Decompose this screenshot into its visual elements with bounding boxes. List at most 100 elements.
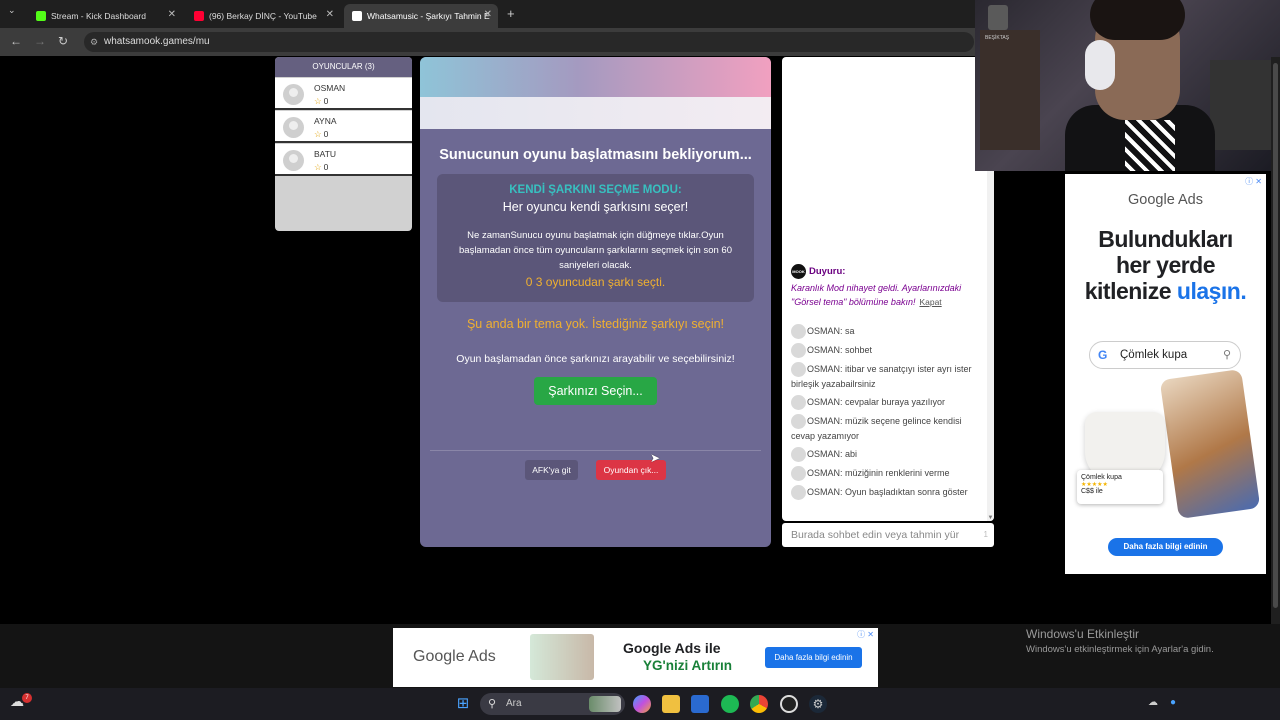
player-row[interactable]: AYNA ☆ 0 [275, 111, 412, 143]
chat-message-text: OSMAN: müziğinin renklerini verme [807, 468, 950, 478]
whatsamusic-icon [352, 11, 362, 21]
pottery-photo [1159, 368, 1261, 520]
announcement: MOOK Duyuru: Karanlık Mod nihayet geldi.… [791, 264, 981, 309]
obs-icon[interactable] [780, 695, 798, 713]
announcement-body: Karanlık Mod nihayet geldi. Ayarlarınızd… [791, 281, 981, 309]
player-name: AYNA [314, 116, 337, 126]
avatar-icon [283, 150, 304, 171]
star-icon: ☆ [314, 129, 322, 139]
scrollbar-thumb[interactable] [1273, 63, 1278, 608]
chat-message: OSMAN: sa [791, 324, 981, 340]
weather-widget[interactable]: ☁ 7 [10, 693, 32, 715]
back-arrow-icon[interactable]: ← [10, 34, 22, 48]
search-icon: ⚲ [488, 698, 497, 710]
avatar-icon [791, 466, 806, 482]
tab-whatsamusic[interactable]: Whatsamusic - Şarkıyı Tahmin E ✕ [344, 4, 498, 28]
chrome-icon[interactable] [750, 695, 768, 713]
ad-thumbnail [530, 634, 594, 680]
tab-search-chevron-icon[interactable]: ⌄ [8, 5, 16, 16]
waiting-title: Sunucunun oyunu başlatmasını bekliyorum.… [439, 147, 752, 163]
ad-info-icon[interactable]: ⓘ ✕ [857, 629, 874, 640]
chat-message-text: OSMAN: itibar ve sanatçıyı ister ayrı is… [791, 364, 972, 390]
afk-button[interactable]: AFK'ya git [525, 460, 578, 480]
player-score: ☆ 0 [314, 129, 328, 140]
pick-song-button[interactable]: Şarkınızı Seçin... [534, 377, 657, 405]
announcement-close-link[interactable]: Kapat [919, 297, 941, 307]
tab-youtube[interactable]: (96) Berkay DİNÇ - YouTube ✕ [186, 4, 340, 28]
windows-start-icon[interactable]: ⊞ [454, 695, 472, 713]
network-icon[interactable]: ☁ [1148, 697, 1158, 708]
ad-headline-line: her yerde [1115, 252, 1216, 278]
close-icon[interactable]: ✕ [484, 9, 492, 20]
tab-label: Whatsamusic - Şarkıyı Tahmin E [367, 11, 490, 21]
site-settings-icon[interactable]: ⚙ [90, 32, 98, 52]
ad-headline-line: kitlenize ulaşın. [1065, 278, 1266, 304]
streamer-hair [1090, 0, 1185, 40]
mode-subtitle: Her oyuncu kendi şarkısını seçer! [502, 200, 689, 214]
steam-icon[interactable]: ⚙ [809, 695, 827, 713]
file-explorer-icon[interactable] [662, 695, 680, 713]
kick-icon [36, 11, 46, 21]
microphone-icon[interactable]: ● [1170, 697, 1176, 708]
player-name: BATU [314, 149, 337, 159]
player-row[interactable]: BATU ☆ 0 [275, 144, 412, 176]
announcement-title: Duyuru: [809, 266, 846, 277]
new-tab-plus-icon[interactable]: + [507, 6, 515, 21]
avatar-icon [791, 324, 806, 340]
headset [1085, 40, 1115, 90]
ad-learn-more-button[interactable]: Daha fazla bilgi edinin [1108, 538, 1223, 556]
activation-title: Windows'u Etkinleştir [1026, 627, 1139, 641]
scroll-down-arrow-icon[interactable]: ▼ [987, 515, 994, 521]
avatar-icon [283, 84, 304, 105]
no-theme-message: Şu anda bir tema yok. İstediğiniz şarkıy… [466, 317, 725, 331]
shelf-label: BEŞİKTAŞ [985, 35, 1010, 41]
microsoft-store-icon[interactable] [691, 695, 709, 713]
page-scrollbar[interactable] [1271, 57, 1280, 687]
rating-stars-icon: ★★★★★ [1081, 482, 1108, 488]
ad-title-accent: YG'nizi Artırın [643, 658, 732, 673]
game-panel: Sunucunun oyunu başlatmasını bekliyorum.… [420, 57, 771, 547]
tab-kick-dashboard[interactable]: Stream - Kick Dashboard ✕ [28, 4, 182, 28]
google-ads-bottom-banner[interactable]: ⓘ ✕ Google Ads Google Ads ile YG'nizi Ar… [393, 628, 878, 687]
chat-message-text: OSMAN: abi [807, 449, 858, 459]
spotify-icon[interactable] [721, 695, 739, 713]
players-header: OYUNCULAR (3) [275, 57, 412, 77]
avatar-icon [791, 447, 806, 463]
product-card: Çömlek kupa ★★★★★ C$$ ile [1077, 470, 1163, 504]
chat-message-text: OSMAN: Oyun başladıktan sonra göster [807, 487, 968, 497]
youtube-icon [194, 11, 204, 21]
score-value: 0 [323, 162, 329, 172]
copilot-icon[interactable] [633, 695, 651, 713]
product-title: Çömlek kupa [1081, 474, 1122, 481]
google-ads-logo: Google Ads [1128, 192, 1203, 208]
url-field[interactable]: ⚙ whatsamook.games/mu [84, 32, 974, 52]
close-icon[interactable]: ✕ [326, 9, 334, 20]
chat-input[interactable]: Burada sohbet edin veya tahmin yür 1 [782, 523, 994, 547]
ad-search-box: G Çömlek kupa ⚲ [1089, 341, 1241, 369]
score-value: 0 [323, 129, 329, 139]
google-ads-side-banner[interactable]: ⓘ ✕ Google Ads Bulundukları her yerde ki… [1065, 174, 1266, 574]
ad-headline-accent: ulaşın. [1176, 278, 1247, 304]
avatar-icon [283, 117, 304, 138]
announcement-header: MOOK Duyuru: [791, 264, 981, 279]
ad-info-icon[interactable]: ⓘ ✕ [1245, 176, 1262, 187]
search-highlight-image [589, 696, 621, 712]
forward-arrow-icon[interactable]: → [34, 34, 46, 48]
player-row[interactable]: OSMAN ☆ 0 [275, 78, 412, 110]
chat-input-counter: 1 [983, 530, 988, 539]
chat-message: OSMAN: Oyun başladıktan sonra göster [791, 485, 981, 501]
reload-icon[interactable]: ↻ [58, 34, 68, 48]
mode-info-box: KENDİ ŞARKINI SEÇME MODU: Her oyuncu ken… [437, 174, 754, 302]
ad-search-text: Çömlek kupa [1120, 349, 1188, 361]
taskbar-search[interactable]: ⚲ Ara [480, 693, 625, 715]
close-icon[interactable]: ✕ [168, 9, 176, 20]
avatar-icon [791, 395, 806, 411]
score-value: 0 [323, 96, 329, 106]
ad-learn-more-button[interactable]: Daha fazla bilgi edinin [765, 647, 862, 668]
shelf-item [988, 5, 1008, 30]
star-icon: ☆ [314, 96, 322, 106]
shirt-pattern [1125, 120, 1175, 171]
product-price: C$$ ile [1081, 488, 1103, 495]
tab-label: Stream - Kick Dashboard [51, 11, 146, 21]
pc-case [1210, 60, 1275, 150]
